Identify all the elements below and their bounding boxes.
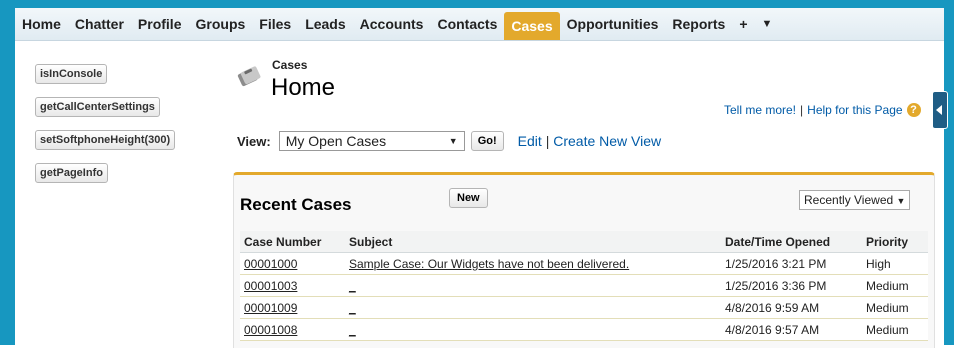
table-header-row: Case Number Subject Date/Time Opened Pri… bbox=[240, 231, 928, 253]
tab-groups[interactable]: Groups bbox=[189, 8, 253, 40]
recent-cases-table: Case Number Subject Date/Time Opened Pri… bbox=[240, 231, 928, 341]
view-select-value: My Open Cases bbox=[285, 133, 387, 149]
help-separator: | bbox=[800, 103, 804, 117]
frame-top-border bbox=[0, 0, 954, 8]
case-number-link[interactable]: 00001000 bbox=[244, 257, 297, 271]
frame-left-border bbox=[0, 0, 15, 345]
new-case-button[interactable]: New bbox=[449, 188, 488, 208]
tab-accounts[interactable]: Accounts bbox=[353, 8, 431, 40]
view-links: Edit | Create New View bbox=[518, 133, 661, 149]
help-question-icon[interactable]: ? bbox=[906, 103, 921, 117]
tab-bar: Home Chatter Profile Groups Files Leads … bbox=[15, 8, 944, 41]
sidebar: isInConsole getCallCenterSettings setSof… bbox=[35, 64, 176, 183]
case-priority-cell: Medium bbox=[862, 274, 928, 297]
select-caret-icon: ▼ bbox=[896, 196, 906, 206]
isinconsole-button[interactable]: isInConsole bbox=[35, 64, 108, 84]
case-priority-cell: High bbox=[862, 252, 928, 275]
create-new-view-link[interactable]: Create New View bbox=[553, 133, 661, 149]
case-number-link[interactable]: 00001003 bbox=[244, 279, 297, 293]
help-for-page-link[interactable]: Help for this Page bbox=[807, 103, 902, 117]
recent-cases-panel: Recent Cases New Recently Viewed ▼ Case … bbox=[233, 172, 935, 348]
recent-cases-title: Recent Cases bbox=[240, 195, 352, 214]
set-softphone-height-button[interactable]: setSoftphoneHeight(300) bbox=[35, 130, 176, 150]
get-page-info-button[interactable]: getPageInfo bbox=[35, 163, 108, 183]
table-row: 00001009 _ 4/8/2016 9:59 AM Medium bbox=[240, 296, 928, 319]
go-button[interactable]: Go! bbox=[470, 131, 504, 151]
case-opened-cell: 4/8/2016 9:59 AM bbox=[721, 296, 862, 319]
table-row: 00001000 Sample Case: Our Widgets have n… bbox=[240, 252, 928, 275]
get-call-center-settings-button[interactable]: getCallCenterSettings bbox=[35, 97, 160, 117]
recently-viewed-value: Recently Viewed bbox=[804, 193, 894, 207]
case-priority-cell: Medium bbox=[862, 296, 928, 319]
tab-files[interactable]: Files bbox=[252, 8, 298, 40]
column-header-case-number[interactable]: Case Number bbox=[240, 231, 345, 253]
tell-me-more-link[interactable]: Tell me more! bbox=[724, 103, 796, 117]
tab-contacts[interactable]: Contacts bbox=[430, 8, 504, 40]
edit-view-link[interactable]: Edit bbox=[518, 133, 542, 149]
tab-cases[interactable]: Cases bbox=[504, 12, 560, 40]
case-subject-link[interactable]: _ bbox=[349, 301, 356, 315]
page-type-label: Cases bbox=[272, 58, 308, 72]
view-label: View: bbox=[237, 133, 271, 149]
case-subject-link[interactable]: Sample Case: Our Widgets have not been d… bbox=[349, 257, 629, 271]
tab-profile[interactable]: Profile bbox=[131, 8, 189, 40]
case-priority-cell: Medium bbox=[862, 318, 928, 341]
page-title: Home bbox=[271, 74, 336, 101]
case-number-link[interactable]: 00001008 bbox=[244, 323, 297, 337]
select-caret-icon: ▼ bbox=[448, 136, 458, 146]
collapse-sidebar-icon[interactable] bbox=[932, 91, 948, 129]
cases-briefcase-icon bbox=[237, 66, 261, 87]
tab-opportunities[interactable]: Opportunities bbox=[560, 8, 666, 40]
tab-reports[interactable]: Reports bbox=[665, 8, 732, 40]
case-number-link[interactable]: 00001009 bbox=[244, 301, 297, 315]
case-subject-link[interactable]: _ bbox=[349, 323, 356, 337]
tab-leads[interactable]: Leads bbox=[298, 8, 352, 40]
case-opened-cell: 1/25/2016 3:21 PM bbox=[721, 252, 862, 275]
table-row: 00001008 _ 4/8/2016 9:57 AM Medium bbox=[240, 318, 928, 341]
tab-chatter[interactable]: Chatter bbox=[68, 8, 131, 40]
tab-home[interactable]: Home bbox=[15, 8, 68, 40]
column-header-subject[interactable]: Subject bbox=[345, 231, 721, 253]
view-selector-row: View: My Open Cases ▼ Go! Edit | Create … bbox=[237, 131, 661, 151]
case-opened-cell: 1/25/2016 3:36 PM bbox=[721, 274, 862, 297]
view-select[interactable]: My Open Cases ▼ bbox=[278, 131, 465, 151]
column-header-priority[interactable]: Priority bbox=[862, 231, 928, 253]
help-links: Tell me more! | Help for this Page ? bbox=[724, 103, 921, 117]
table-row: 00001003 _ 1/25/2016 3:36 PM Medium bbox=[240, 274, 928, 297]
recently-viewed-select[interactable]: Recently Viewed ▼ bbox=[799, 190, 911, 210]
main-content: isInConsole getCallCenterSettings setSof… bbox=[15, 41, 948, 348]
case-subject-link[interactable]: _ bbox=[349, 279, 356, 293]
tab-menu-caret-icon[interactable]: ▼ bbox=[755, 8, 780, 40]
all-tabs-plus-icon[interactable]: + bbox=[732, 8, 754, 40]
case-opened-cell: 4/8/2016 9:57 AM bbox=[721, 318, 862, 341]
column-header-date-opened[interactable]: Date/Time Opened bbox=[721, 231, 862, 253]
frame-right-border bbox=[944, 0, 954, 345]
